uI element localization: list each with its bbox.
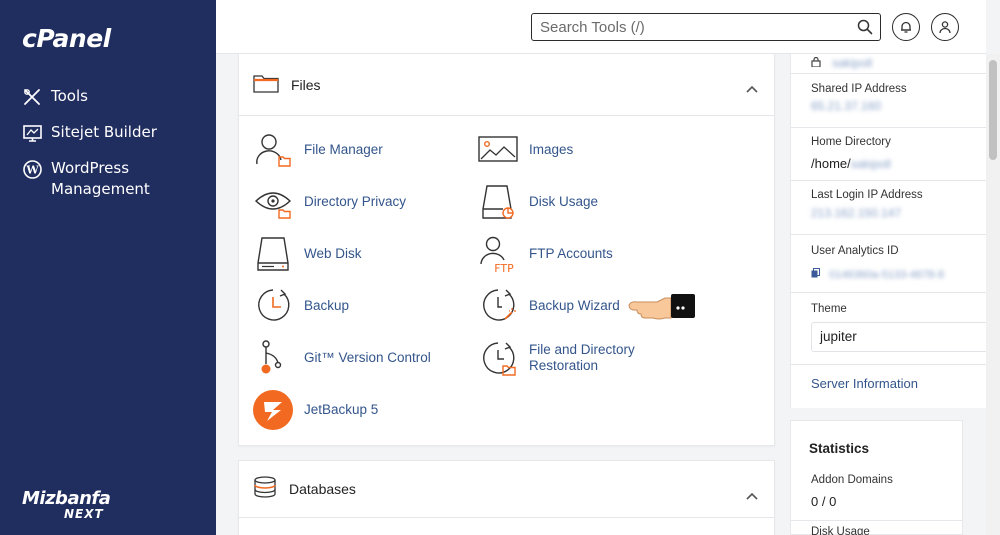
ftp-accounts-icon: FTP (478, 234, 518, 274)
scrollbar-thumb[interactable] (989, 60, 997, 160)
divider (791, 520, 962, 521)
images-icon (478, 130, 518, 170)
jetbackup-icon (253, 390, 293, 430)
tool-label: FTP Accounts (529, 246, 613, 261)
tool-label: Git™ Version Control (304, 350, 431, 365)
tool-label: Web Disk (304, 246, 362, 261)
sidebar-item-sitejet[interactable]: Sitejet Builder (22, 122, 157, 143)
last-login-value: 213.162.150.147 (811, 206, 902, 220)
tool-label: File Manager (304, 142, 383, 157)
tool-label: File and Directory Restoration (529, 342, 635, 373)
info-row-shared-ip: Shared IP Address 65.21.37.160 (791, 74, 986, 128)
disk-usage-label: Disk Usage (811, 526, 870, 535)
file-manager-icon (253, 130, 293, 170)
divider (791, 364, 986, 365)
user-analytics-label: User Analytics ID (811, 245, 899, 257)
files-panel-title: Files (291, 76, 321, 93)
cpanel-logo[interactable]: cPanel (22, 24, 111, 53)
tool-label: Directory Privacy (304, 194, 407, 209)
tool-git-version-control[interactable]: Git™ Version Control (253, 338, 431, 378)
sitejet-icon (22, 123, 42, 143)
disk-usage-icon (478, 182, 518, 222)
files-panel: Files File Manager Directory Privacy Web… (238, 54, 775, 446)
tool-ftp-accounts[interactable]: FTP FTP Accounts (478, 234, 613, 274)
tool-web-disk[interactable]: Web Disk (253, 234, 362, 274)
tool-label: Backup (304, 298, 350, 313)
search-icon[interactable] (856, 18, 874, 36)
user-analytics-value: 0146360a-5133-4678-8 (829, 269, 945, 281)
shared-ip-label: Shared IP Address (811, 83, 907, 95)
statistics-title: Statistics (809, 441, 870, 456)
lock-icon (811, 57, 821, 67)
tool-images[interactable]: Images (478, 130, 573, 170)
tool-label: JetBackup 5 (304, 402, 379, 417)
theme-label: Theme (811, 303, 847, 315)
svg-text:W: W (25, 163, 39, 176)
copy-icon[interactable] (811, 263, 825, 282)
backup-icon (253, 286, 293, 326)
databases-panel: Databases (238, 460, 775, 535)
wordpress-icon: W (22, 159, 42, 179)
directory-privacy-icon (253, 182, 293, 222)
addon-domains-value: 0 / 0 (811, 494, 837, 509)
sidebar: cPanel Tools Sitejet Builder W WordPress… (0, 0, 216, 535)
home-directory-prefix: /home/ (811, 156, 851, 171)
tool-label: Backup Wizard (529, 298, 620, 313)
tools-icon (22, 87, 42, 107)
tool-label: Disk Usage (529, 194, 599, 209)
folder-icon (253, 73, 279, 97)
backup-wizard-icon (478, 286, 518, 326)
info-row-user-analytics: User Analytics ID 0146360a-5133-4678-8 (791, 235, 986, 293)
databases-panel-header[interactable]: Databases (239, 461, 774, 518)
theme-select[interactable]: jupiter (811, 322, 987, 352)
top-bar (216, 0, 986, 54)
chevron-up-icon[interactable] (746, 485, 758, 504)
page-scrollbar[interactable] (986, 54, 1000, 535)
web-disk-icon (253, 234, 293, 274)
home-directory-user: sakipoll (850, 157, 891, 171)
sidebar-item-label: WordPress Management (51, 159, 150, 198)
chevron-up-icon[interactable] (746, 78, 758, 97)
sidebar-item-label: Sitejet Builder (51, 123, 157, 141)
sidebar-item-tools[interactable]: Tools (22, 86, 88, 107)
svg-text:FTP: FTP (494, 262, 514, 274)
mizbanfa-brand-logo: Mizbanfa NEXT (22, 488, 111, 521)
info-row-last-login: Last Login IP Address 213.162.150.147 (791, 181, 986, 235)
sidebar-item-label: Tools (51, 87, 88, 105)
home-directory-label: Home Directory (811, 136, 891, 148)
tool-directory-privacy[interactable]: Directory Privacy (253, 182, 406, 222)
tool-label: Images (529, 142, 574, 157)
database-icon (253, 476, 277, 502)
statistics-panel: Statistics Addon Domains 0 / 0 Disk Usag… (790, 420, 963, 535)
git-icon (253, 338, 293, 378)
info-row-username: sakipoll (791, 52, 986, 74)
file-restoration-icon (478, 338, 518, 378)
tool-file-manager[interactable]: File Manager (253, 130, 383, 170)
databases-panel-title: Databases (289, 481, 356, 497)
notifications-bell-icon[interactable] (892, 13, 920, 41)
username-value: sakipoll (832, 56, 873, 70)
user-account-icon[interactable] (931, 13, 959, 41)
addon-domains-label: Addon Domains (811, 474, 893, 486)
tool-backup[interactable]: Backup (253, 286, 349, 326)
sidebar-item-wordpress[interactable]: W WordPress Management (22, 158, 192, 200)
server-information-link[interactable]: Server Information (811, 376, 918, 391)
shared-ip-value: 65.21.37.160 (811, 99, 882, 113)
tool-disk-usage[interactable]: Disk Usage (478, 182, 598, 222)
tool-jetbackup-5[interactable]: JetBackup 5 (253, 390, 378, 430)
info-row-home-directory: Home Directory /home/sakipoll (791, 128, 986, 181)
tool-file-directory-restoration[interactable]: File and Directory Restoration (478, 338, 649, 378)
last-login-label: Last Login IP Address (811, 189, 923, 201)
search-input[interactable] (531, 13, 881, 41)
files-panel-header[interactable]: Files (239, 54, 774, 116)
general-information-panel: sakipoll Shared IP Address 65.21.37.160 … (790, 52, 987, 408)
pointing-hand-icon (627, 290, 697, 328)
tool-backup-wizard[interactable]: Backup Wizard (478, 286, 620, 326)
